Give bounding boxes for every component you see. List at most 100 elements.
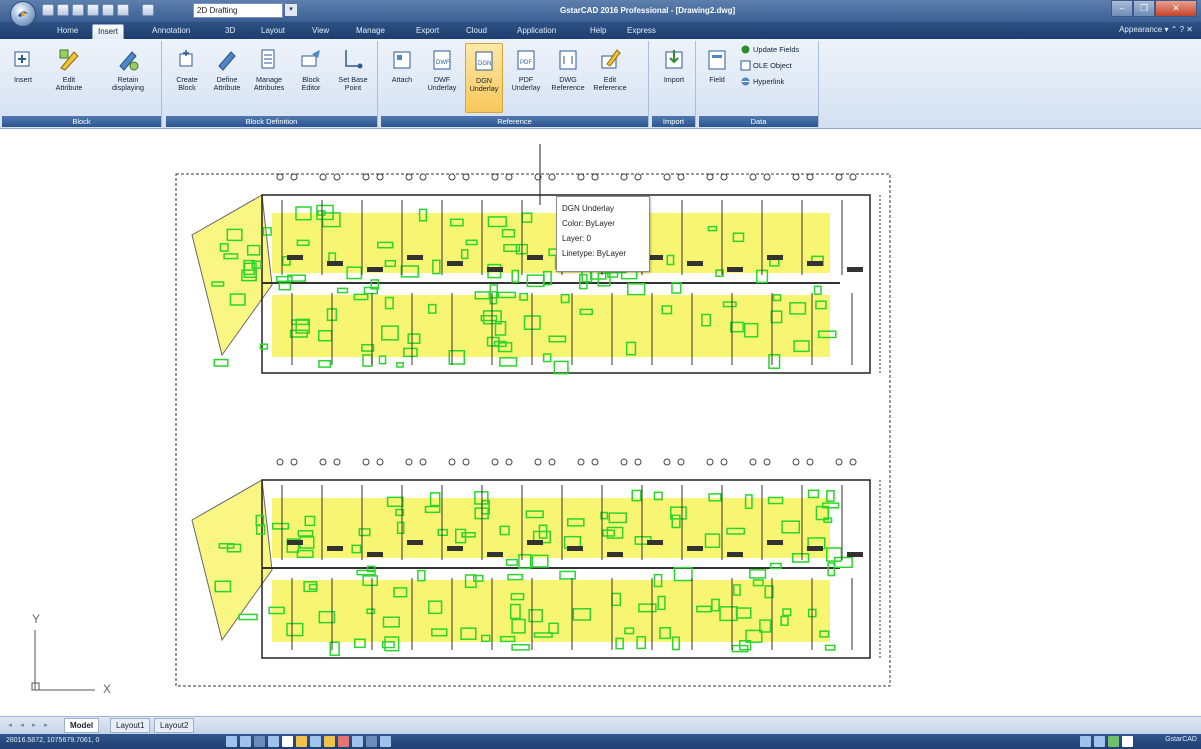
manage-attributes-button[interactable]: Manage Attributes <box>250 43 288 113</box>
save-as-icon[interactable] <box>87 4 99 16</box>
create-block-icon <box>179 50 193 67</box>
tab-application[interactable]: Application <box>512 24 561 39</box>
undo-icon[interactable] <box>117 4 129 16</box>
column-marker <box>620 458 628 466</box>
create-block-button[interactable]: Create Block <box>168 43 206 113</box>
column-marker <box>706 173 714 181</box>
tab-home[interactable]: Home <box>52 24 83 39</box>
tab-cloud[interactable]: Cloud <box>461 24 492 39</box>
tab-manage[interactable]: Manage <box>351 24 390 39</box>
entity-tooltip: DGN Underlay Color: ByLayer Layer: 0 Lin… <box>556 196 650 272</box>
otrack-icon[interactable] <box>296 736 307 747</box>
new-file-icon[interactable] <box>42 4 54 16</box>
left-wing <box>191 194 273 357</box>
insert-button[interactable]: Insert <box>4 43 42 113</box>
block-editor-button[interactable]: Block Editor <box>292 43 330 113</box>
print-icon[interactable] <box>102 4 114 16</box>
column-marker <box>405 458 413 466</box>
osnap-icon[interactable] <box>282 736 293 747</box>
label-block <box>287 255 303 260</box>
tab-help[interactable]: Help <box>585 24 611 39</box>
set-base-point-button[interactable]: Set Base Point <box>334 43 372 113</box>
label-block <box>727 552 743 557</box>
tab-export[interactable]: Export <box>411 24 444 39</box>
close-button[interactable]: ✕ <box>1155 0 1197 17</box>
minimize-button[interactable]: – <box>1111 0 1133 17</box>
lineweight-icon[interactable] <box>338 736 349 747</box>
dynamic-input-icon[interactable] <box>324 736 335 747</box>
manage-attributes-icon <box>261 49 275 69</box>
edit-reference-button[interactable]: Edit Reference <box>591 43 629 113</box>
field-icon <box>708 50 726 70</box>
ole-object-button[interactable]: OLE Object <box>740 59 792 71</box>
room-fixture <box>238 613 258 621</box>
appearance-menu[interactable]: Appearance ▾ ⌃ ? ✕ <box>1119 25 1193 34</box>
first-tab-icon[interactable]: ◂ <box>6 722 14 730</box>
column-marker <box>634 173 642 181</box>
open-file-icon[interactable] <box>57 4 69 16</box>
selection-cycling-icon[interactable] <box>380 736 391 747</box>
room-fixture <box>833 556 853 569</box>
floor-plan-top <box>191 173 881 375</box>
edit-attribute-button[interactable]: Edit Attribute <box>50 43 88 113</box>
column-marker <box>577 173 585 181</box>
tab-annotation[interactable]: Annotation <box>147 24 195 39</box>
tab-3d[interactable]: 3D <box>220 24 240 39</box>
next-tab-icon[interactable]: ▸ <box>30 722 38 730</box>
edit-attribute-icon <box>59 49 79 71</box>
room-fixture <box>626 283 646 296</box>
label-block <box>727 267 743 272</box>
application-menu-button[interactable] <box>10 1 36 27</box>
field-button[interactable]: Field <box>700 43 734 113</box>
import-button[interactable]: Import <box>655 43 693 113</box>
lock-ui-icon[interactable] <box>1108 736 1119 747</box>
tab-layout[interactable]: Layout <box>256 24 290 39</box>
tab-layout1[interactable]: Layout1 <box>110 718 151 733</box>
tab-model[interactable]: Model <box>64 718 100 733</box>
attach-button[interactable]: Attach <box>383 43 421 113</box>
dwf-underlay-button[interactable]: DWF DWF Underlay <box>423 43 461 113</box>
workspace-switch-icon[interactable] <box>1094 736 1105 747</box>
retain-displaying-button[interactable]: Retain displaying <box>106 43 150 113</box>
label-block <box>527 540 543 545</box>
prev-tab-icon[interactable]: ◂ <box>18 722 26 730</box>
restore-button[interactable]: ❐ <box>1133 0 1155 17</box>
workspace-select[interactable]: 2D Drafting <box>193 3 283 18</box>
group-label-data: Data <box>699 116 818 127</box>
room-fixture <box>824 644 836 651</box>
retain-displaying-icon <box>119 51 139 71</box>
snap-icon[interactable] <box>226 736 237 747</box>
label-block <box>407 255 423 260</box>
label-block <box>767 255 783 260</box>
column-marker <box>376 173 384 181</box>
redo-icon[interactable] <box>142 4 154 16</box>
tab-layout2[interactable]: Layout2 <box>154 718 195 733</box>
ucs-x-label: X <box>103 682 111 696</box>
tab-express[interactable]: Express <box>622 24 661 39</box>
transparency-icon[interactable] <box>352 736 363 747</box>
hyperlink-button[interactable]: Hyperlink <box>740 75 784 87</box>
room-fixture <box>526 274 545 288</box>
ortho-icon[interactable] <box>254 736 265 747</box>
tab-view[interactable]: View <box>307 24 334 39</box>
quick-properties-icon[interactable] <box>366 736 377 747</box>
drawing-area[interactable]: Y X DGN Underlay Color: ByLayer Layer: 0… <box>0 130 1201 716</box>
tab-insert[interactable]: Insert <box>92 24 125 39</box>
save-icon[interactable] <box>72 4 84 16</box>
pdf-underlay-button[interactable]: PDF PDF Underlay <box>507 43 545 113</box>
chevron-down-icon[interactable]: ▾ <box>285 4 297 16</box>
annotation-scale-icon[interactable] <box>1080 736 1091 747</box>
dgn-underlay-icon: DGN <box>475 51 493 71</box>
dynamic-ucs-icon[interactable] <box>310 736 321 747</box>
clean-screen-icon[interactable] <box>1122 736 1133 747</box>
dwg-reference-button[interactable]: DWG Reference <box>549 43 587 113</box>
grid-icon[interactable] <box>240 736 251 747</box>
polar-icon[interactable] <box>268 736 279 747</box>
last-tab-icon[interactable]: ▸ <box>42 722 50 730</box>
update-fields-button[interactable]: Update Fields <box>740 43 799 55</box>
ribbon-tabs: Home Insert Annotation 3D Layout View Ma… <box>0 22 1201 39</box>
define-attribute-button[interactable]: Define Attribute <box>208 43 246 113</box>
column-marker <box>749 458 757 466</box>
tooltip-layer: Layer: 0 <box>562 234 591 243</box>
dgn-underlay-button[interactable]: DGN DGN Underlay <box>465 43 503 113</box>
